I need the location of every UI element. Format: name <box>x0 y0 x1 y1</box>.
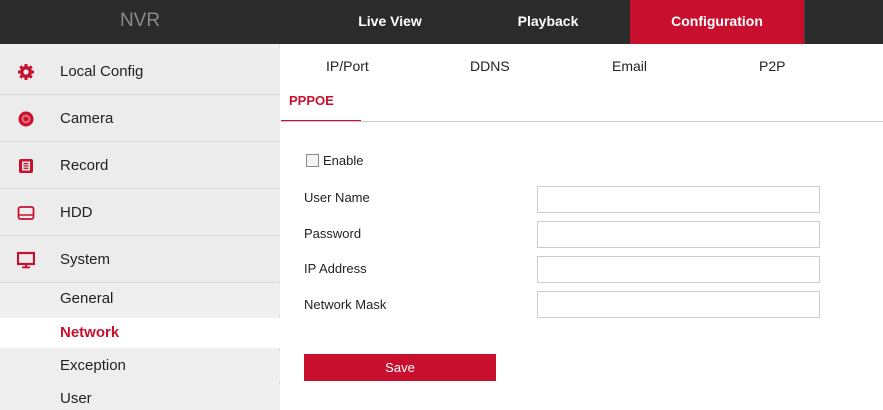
network-subtabs: IP/Port DDNS Email P2P <box>281 44 883 90</box>
sidebar-item-system[interactable]: System <box>0 236 280 283</box>
sidebar-item-label: HDD <box>60 204 93 221</box>
tab-ip-port[interactable]: IP/Port <box>326 44 369 88</box>
tab-divider <box>281 121 883 122</box>
tab-pppoe[interactable]: PPPOE <box>281 90 361 122</box>
user-name-label: User Name <box>304 190 370 205</box>
sidebar-subitem-general[interactable]: General <box>0 284 280 314</box>
nav-configuration[interactable]: Configuration <box>630 0 804 44</box>
password-label: Password <box>304 226 362 241</box>
network-mask-input[interactable] <box>537 291 820 318</box>
tab-ddns[interactable]: DDNS <box>470 44 510 88</box>
nav-divider <box>804 0 805 44</box>
sidebar-item-label: Local Config <box>60 63 144 80</box>
sidebar-subitem-user[interactable]: User <box>0 384 280 410</box>
sidebar-item-record[interactable]: Record <box>0 142 280 189</box>
gear-icon <box>17 63 35 81</box>
sidebar-subitem-exception[interactable]: Exception <box>0 351 280 381</box>
sidebar-subitem-network[interactable]: Network <box>0 318 280 348</box>
monitor-icon <box>16 251 36 269</box>
top-bar: NVR Live View Playback Configuration <box>0 0 883 44</box>
sidebar-item-hdd[interactable]: HDD <box>0 189 280 236</box>
hdd-icon <box>17 204 35 222</box>
tab-p2p[interactable]: P2P <box>759 44 785 88</box>
sidebar-item-label: Record <box>60 157 109 174</box>
nav-playback[interactable]: Playback <box>478 0 618 44</box>
enable-label: Enable <box>323 153 364 168</box>
ip-address-input[interactable] <box>537 256 820 283</box>
camera-icon <box>17 110 35 128</box>
sidebar-item-label: Camera <box>60 110 114 127</box>
brand-logo: NVR <box>119 10 161 31</box>
password-input[interactable] <box>537 221 820 248</box>
sidebar: Local Config Camera Record HDD System Ge… <box>0 44 280 410</box>
ip-address-label: IP Address <box>304 261 367 276</box>
user-name-input[interactable] <box>537 186 820 213</box>
record-icon <box>17 157 35 175</box>
sidebar-item-label: System <box>60 251 111 268</box>
network-mask-label: Network Mask <box>304 297 387 312</box>
nav-live-view[interactable]: Live View <box>320 0 460 44</box>
sidebar-item-local-config[interactable]: Local Config <box>0 48 280 95</box>
sidebar-item-camera[interactable]: Camera <box>0 95 280 142</box>
tab-email[interactable]: Email <box>612 44 647 88</box>
enable-checkbox[interactable] <box>306 154 319 167</box>
save-button[interactable]: Save <box>304 354 496 381</box>
